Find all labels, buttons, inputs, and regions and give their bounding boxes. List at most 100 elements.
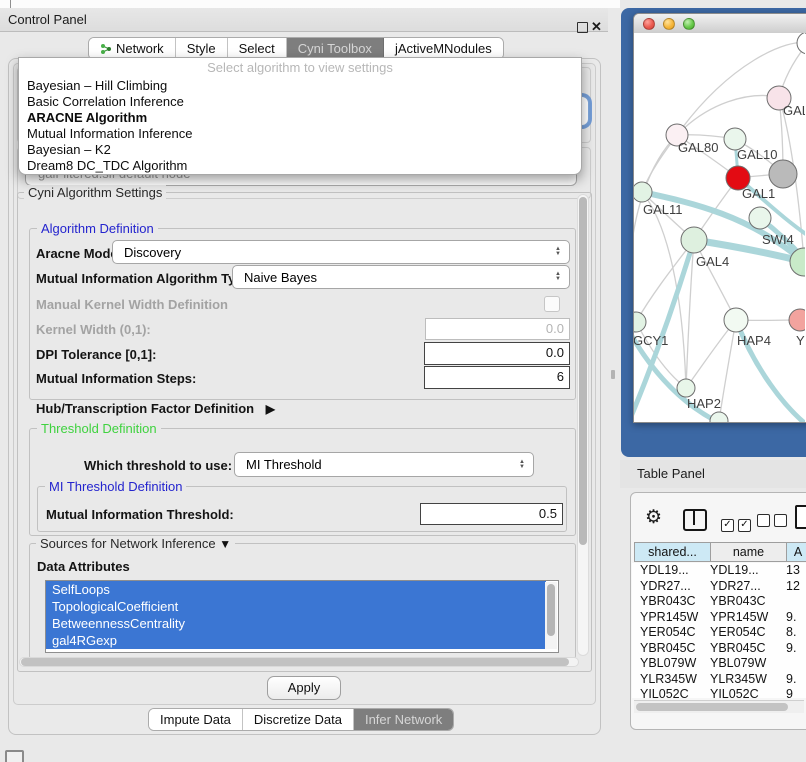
mi-threshold-field[interactable]: 0.5 xyxy=(420,503,563,525)
deselect-all-checkboxes-icon[interactable] xyxy=(757,514,791,532)
control-panel-title: Control Panel xyxy=(8,8,87,31)
node-label: SWI4 xyxy=(762,232,794,247)
network-node-HAP4[interactable] xyxy=(724,308,748,332)
tab-infer-network[interactable]: Infer Network xyxy=(354,709,453,730)
network-node-Y[interactable] xyxy=(789,309,805,331)
tab-style[interactable]: Style xyxy=(176,38,228,59)
cyni-bottom-tabbar: Impute Data Discretize Data Infer Networ… xyxy=(148,708,454,731)
mi-threshold-label: Mutual Information Threshold: xyxy=(46,507,234,522)
table-body[interactable]: YDL19...YDL19...13 YDR27...YDR27...12 YB… xyxy=(632,563,806,698)
which-threshold-combobox[interactable]: MI Threshold ▲▼ xyxy=(234,452,534,477)
network-nodes[interactable] xyxy=(634,33,805,422)
list-item-selected[interactable]: SelfLoops xyxy=(46,581,546,598)
mi-algorithm-type-combobox[interactable]: Naive Bayes ▲▼ xyxy=(232,265,570,289)
mi-algorithm-type-label: Mutual Information Algorithm Type: xyxy=(36,271,255,286)
minimized-panel-icon[interactable] xyxy=(5,750,24,762)
dropdown-item[interactable]: Dream8 DC_TDC Algorithm xyxy=(19,158,581,174)
close-icon[interactable]: ✕ xyxy=(591,16,602,39)
cell: YPR145W xyxy=(632,610,710,626)
top-toolbar-strip xyxy=(0,0,620,8)
table-horizontal-scrollbar[interactable] xyxy=(634,700,804,713)
tab-discretize-data-label: Discretize Data xyxy=(254,712,342,727)
list-item-selected[interactable]: BetweennessCentrality xyxy=(46,615,546,632)
sources-group-title[interactable]: Sources for Network Inference ▼ xyxy=(36,536,235,551)
splitter-handle[interactable] xyxy=(611,370,615,379)
network-node[interactable] xyxy=(710,412,728,422)
scrollbar-thumb[interactable] xyxy=(579,197,587,545)
aracne-mode-combobox[interactable]: Discovery ▲▼ xyxy=(112,240,570,264)
tab-impute-data[interactable]: Impute Data xyxy=(149,709,243,730)
data-attributes-list[interactable]: SelfLoops TopologicalCoefficient Between… xyxy=(45,580,559,653)
table-row[interactable]: YBR045CYBR045C9. xyxy=(632,641,806,657)
dropdown-item[interactable]: Basic Correlation Inference xyxy=(19,94,581,110)
table-header-third[interactable]: A xyxy=(786,542,806,562)
network-canvas[interactable]: GAL7 GAL80 GAL10 GAL1 GAL11 SWI4 GAL4 GC… xyxy=(634,33,805,422)
network-window-titlebar[interactable] xyxy=(634,14,806,34)
scrollbar-thumb[interactable] xyxy=(547,584,555,636)
table-row[interactable]: YER054CYER054C8. xyxy=(632,625,806,641)
settings-horizontal-scrollbar[interactable] xyxy=(19,657,579,667)
table-row[interactable]: YDR27...YDR27...12 xyxy=(632,579,806,595)
table-row[interactable]: YDL19...YDL19...13 xyxy=(632,563,806,579)
network-node-SWI4[interactable] xyxy=(749,207,771,229)
apply-button[interactable]: Apply xyxy=(267,676,341,700)
select-all-checkboxes-icon[interactable]: ✓✓ xyxy=(721,514,755,532)
hub-definition-text: Hub/Transcription Factor Definition xyxy=(36,401,254,416)
window-close-button[interactable] xyxy=(643,18,655,30)
scrollbar-thumb[interactable] xyxy=(636,703,788,711)
scrollbar-thumb[interactable] xyxy=(21,658,569,666)
columns-icon[interactable] xyxy=(683,509,707,531)
tab-discretize-data[interactable]: Discretize Data xyxy=(243,709,354,730)
list-vertical-scrollbar[interactable] xyxy=(545,582,557,649)
settings-vertical-scrollbar[interactable] xyxy=(577,194,589,656)
node-label: GAL11 xyxy=(643,202,683,217)
kernel-width-field[interactable]: 0.0 xyxy=(425,318,570,340)
network-node-HAP2[interactable] xyxy=(677,379,695,397)
data-attributes-label: Data Attributes xyxy=(37,559,130,574)
dropdown-item[interactable]: Mutual Information Inference xyxy=(19,126,581,142)
dpi-tolerance-field[interactable]: 0.0 xyxy=(424,342,570,365)
table-row[interactable]: YPR145WYPR145W9. xyxy=(632,610,806,626)
table-row[interactable]: YBR043CYBR043C xyxy=(632,594,806,610)
document-icon[interactable] xyxy=(795,505,806,529)
manual-kernel-width-checkbox[interactable] xyxy=(544,296,560,312)
aracne-mode-value: Discovery xyxy=(113,245,550,260)
list-item-selected[interactable]: TopologicalCoefficient xyxy=(46,598,546,615)
mi-steps-field[interactable]: 6 xyxy=(424,366,570,389)
float-window-icon[interactable] xyxy=(577,22,588,33)
gear-icon[interactable]: ⚙ xyxy=(645,505,662,531)
tab-jactivemnodules[interactable]: jActiveMNodules xyxy=(384,38,503,59)
table-row[interactable]: YBL079WYBL079W xyxy=(632,656,806,672)
dropdown-item-highlighted[interactable]: ARACNE Algorithm xyxy=(19,110,581,126)
cell: YBR043C xyxy=(632,594,710,610)
dpi-tolerance-label: DPI Tolerance [0,1]: xyxy=(36,347,156,362)
cell: YBL079W xyxy=(632,656,710,672)
network-node-GCY1[interactable] xyxy=(634,312,646,332)
expanded-arrow-icon[interactable]: ▼ xyxy=(219,537,231,551)
tab-style-label: Style xyxy=(187,41,216,56)
dropdown-item[interactable]: Bayesian – Hill Climbing xyxy=(19,78,581,94)
network-node[interactable] xyxy=(797,33,805,54)
node-label: GAL4 xyxy=(696,254,729,269)
table-row[interactable]: YIL052CYIL052C9 xyxy=(632,687,806,698)
tab-select[interactable]: Select xyxy=(228,38,287,59)
table-row[interactable]: YLR345WYLR345W9. xyxy=(632,672,806,688)
tab-cyni-toolbox[interactable]: Cyni Toolbox xyxy=(287,38,384,59)
network-node-GAL4[interactable] xyxy=(681,227,707,253)
window-minimize-button[interactable] xyxy=(663,18,675,30)
cell: YBL079W xyxy=(710,656,786,672)
cell: YDR27... xyxy=(632,579,710,595)
cell: YBR045C xyxy=(632,641,710,657)
table-header-shared[interactable]: shared... xyxy=(634,542,711,562)
window-zoom-button[interactable] xyxy=(683,18,695,30)
cell: 9. xyxy=(786,610,806,626)
network-node-gray[interactable] xyxy=(769,160,797,188)
hub-definition-label[interactable]: Hub/Transcription Factor Definition ▶ xyxy=(36,401,275,416)
table-header-name[interactable]: name xyxy=(710,542,787,562)
tab-network[interactable]: Network xyxy=(89,38,176,59)
network-node-GAL11[interactable] xyxy=(634,182,652,202)
dropdown-item[interactable]: Bayesian – K2 xyxy=(19,142,581,158)
collapsed-arrow-icon[interactable]: ▶ xyxy=(266,402,275,416)
settings-group-title: Cyni Algorithm Settings xyxy=(24,185,166,200)
list-item-selected[interactable]: gal4RGexp xyxy=(46,632,546,649)
